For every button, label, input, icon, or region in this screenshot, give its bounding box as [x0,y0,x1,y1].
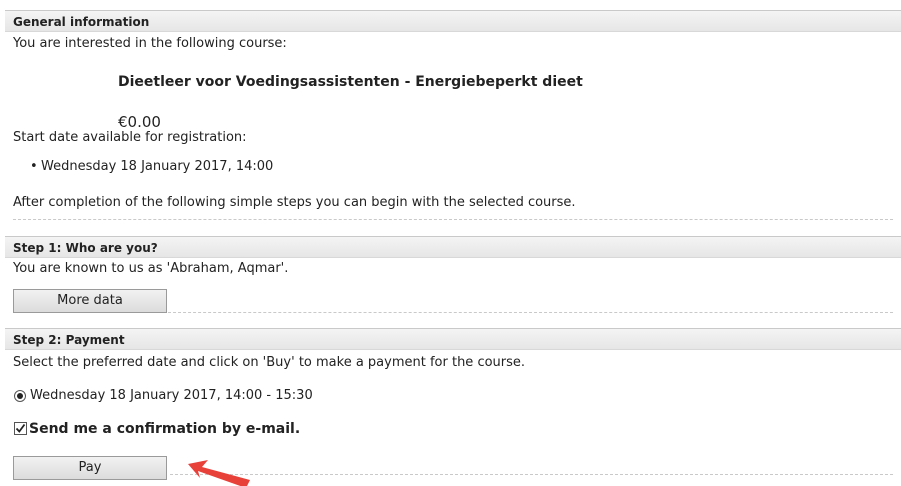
divider [13,219,893,220]
confirmation-checkbox[interactable] [14,422,27,435]
start-date-label: Start date available for registration: [13,130,247,145]
completion-text: After completion of the following simple… [13,195,576,210]
course-intro-text: You are interested in the following cour… [13,36,287,51]
divider [170,474,893,475]
date-radio-button[interactable] [14,390,26,402]
bullet: • [30,159,38,174]
step1-header: Step 1: Who are you? [5,236,901,258]
pay-button[interactable]: Pay [13,456,167,480]
checkmark-icon [15,423,26,433]
confirmation-label: Send me a confirmation by e-mail. [29,421,301,437]
course-name: Dieetleer voor Voedingsassistenten - Ene… [118,74,583,90]
start-date-item: Wednesday 18 January 2017, 14:00 [41,159,274,174]
arrow-annotation-icon [188,460,250,486]
course-price: €0.00 [118,113,161,131]
date-option-label: Wednesday 18 January 2017, 14:00 - 15:30 [30,388,313,403]
payment-instructions: Select the preferred date and click on '… [13,355,526,370]
general-info-header: General information [5,10,901,32]
divider [168,312,893,313]
known-as-text: You are known to us as 'Abraham, Aqmar'. [13,261,289,276]
step2-header: Step 2: Payment [5,328,901,350]
more-data-button[interactable]: More data [13,289,167,313]
